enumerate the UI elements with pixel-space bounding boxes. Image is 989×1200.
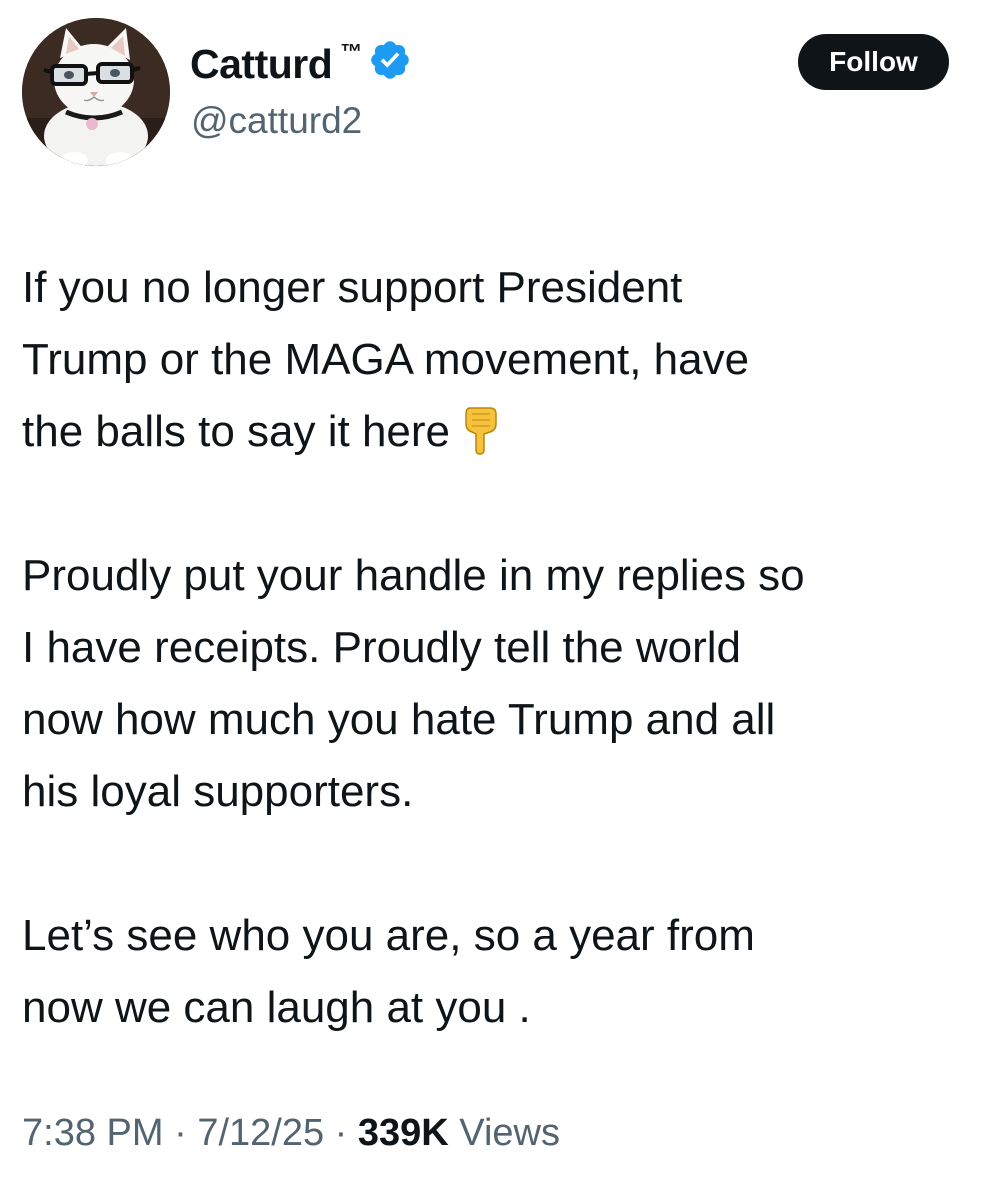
cat-with-glasses-avatar-icon (22, 18, 170, 166)
backhand-index-pointing-down-icon (465, 407, 497, 455)
author-display-name[interactable]: Catturd (190, 41, 333, 88)
tweet-line: his loyal supporters. (22, 767, 414, 816)
tweet-paragraph: If you no longer support President Trump… (22, 252, 972, 468)
tweet-line: Trump or the MAGA movement, have (22, 335, 750, 384)
tweet-text: If you no longer support President Trump… (22, 252, 972, 1044)
tweet-line: I have receipts. Proudly tell the world (22, 623, 742, 672)
tweet-line: now we can laugh at you . (22, 983, 531, 1032)
tweet-time[interactable]: 7:38 PM (22, 1112, 164, 1154)
meta-separator: · (324, 1112, 358, 1154)
tweet-line: Proudly put your handle in my replies so (22, 551, 805, 600)
tweet-line: now how much you hate Trump and all (22, 695, 776, 744)
tweet-line: Let’s see who you are, so a year from (22, 911, 755, 960)
meta-separator: · (163, 1112, 198, 1154)
trademark-symbol: ™ (340, 39, 363, 64)
tweet-line-with-emoji: the balls to say it here (22, 396, 972, 468)
tweet-line: If you no longer support President (22, 263, 683, 312)
tweet-date[interactable]: 7/12/25 (197, 1112, 324, 1154)
views-count: 339K (357, 1112, 449, 1154)
tweet-paragraph: Proudly put your handle in my replies so… (22, 540, 972, 828)
author-handle[interactable]: @catturd2 (191, 100, 362, 142)
avatar[interactable] (22, 18, 170, 166)
views-label: Views (448, 1112, 560, 1154)
tweet-line: the balls to say it here (22, 407, 451, 456)
tweet-paragraph: Let’s see who you are, so a year from no… (22, 900, 972, 1044)
verified-badge-icon (371, 41, 410, 79)
follow-button[interactable]: Follow (798, 34, 949, 90)
author-name-row: Catturd ™ (190, 34, 412, 94)
tweet-meta: 7:38 PM · 7/12/25 · 339K Views (22, 1112, 560, 1155)
